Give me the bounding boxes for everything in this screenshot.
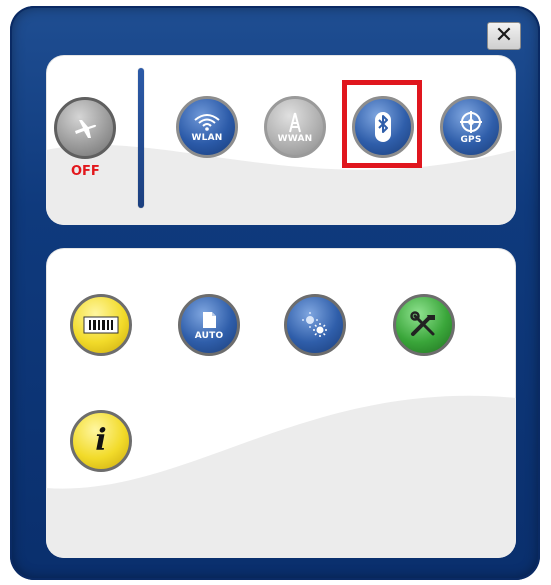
tools-icon: [410, 311, 435, 336]
target-icon: [460, 110, 482, 133]
close-icon: ✕: [494, 23, 514, 48]
bluetooth-highlight: [342, 80, 422, 168]
barcode-icon: [83, 316, 119, 334]
auto-label: AUTO: [194, 330, 224, 341]
airplane-icon: [75, 120, 97, 138]
close-button[interactable]: ✕: [487, 22, 521, 50]
wifi-icon: [194, 113, 220, 131]
brightness-icon: [302, 312, 327, 337]
auto-document-icon: [203, 311, 216, 328]
wlan-label: WLAN: [191, 132, 223, 143]
wlan-button[interactable]: WLAN: [176, 96, 238, 158]
wwan-label: WWAN: [277, 133, 313, 144]
barcode-scanner-button[interactable]: [70, 294, 132, 356]
wwan-button[interactable]: WWAN: [264, 96, 326, 158]
brightness-button[interactable]: [284, 294, 346, 356]
auto-rotate-button[interactable]: AUTO: [178, 294, 240, 356]
info-icon: i: [95, 423, 107, 458]
antenna-icon: [289, 112, 301, 132]
airplane-off-label: OFF: [71, 164, 100, 179]
tools-panel: [46, 248, 516, 558]
airplane-mode-button[interactable]: [54, 97, 116, 159]
gps-button[interactable]: GPS: [440, 96, 502, 158]
gps-label: GPS: [460, 134, 482, 145]
settings-tools-button[interactable]: [393, 294, 455, 356]
info-button[interactable]: i: [70, 410, 132, 472]
panel-divider: [138, 68, 144, 208]
